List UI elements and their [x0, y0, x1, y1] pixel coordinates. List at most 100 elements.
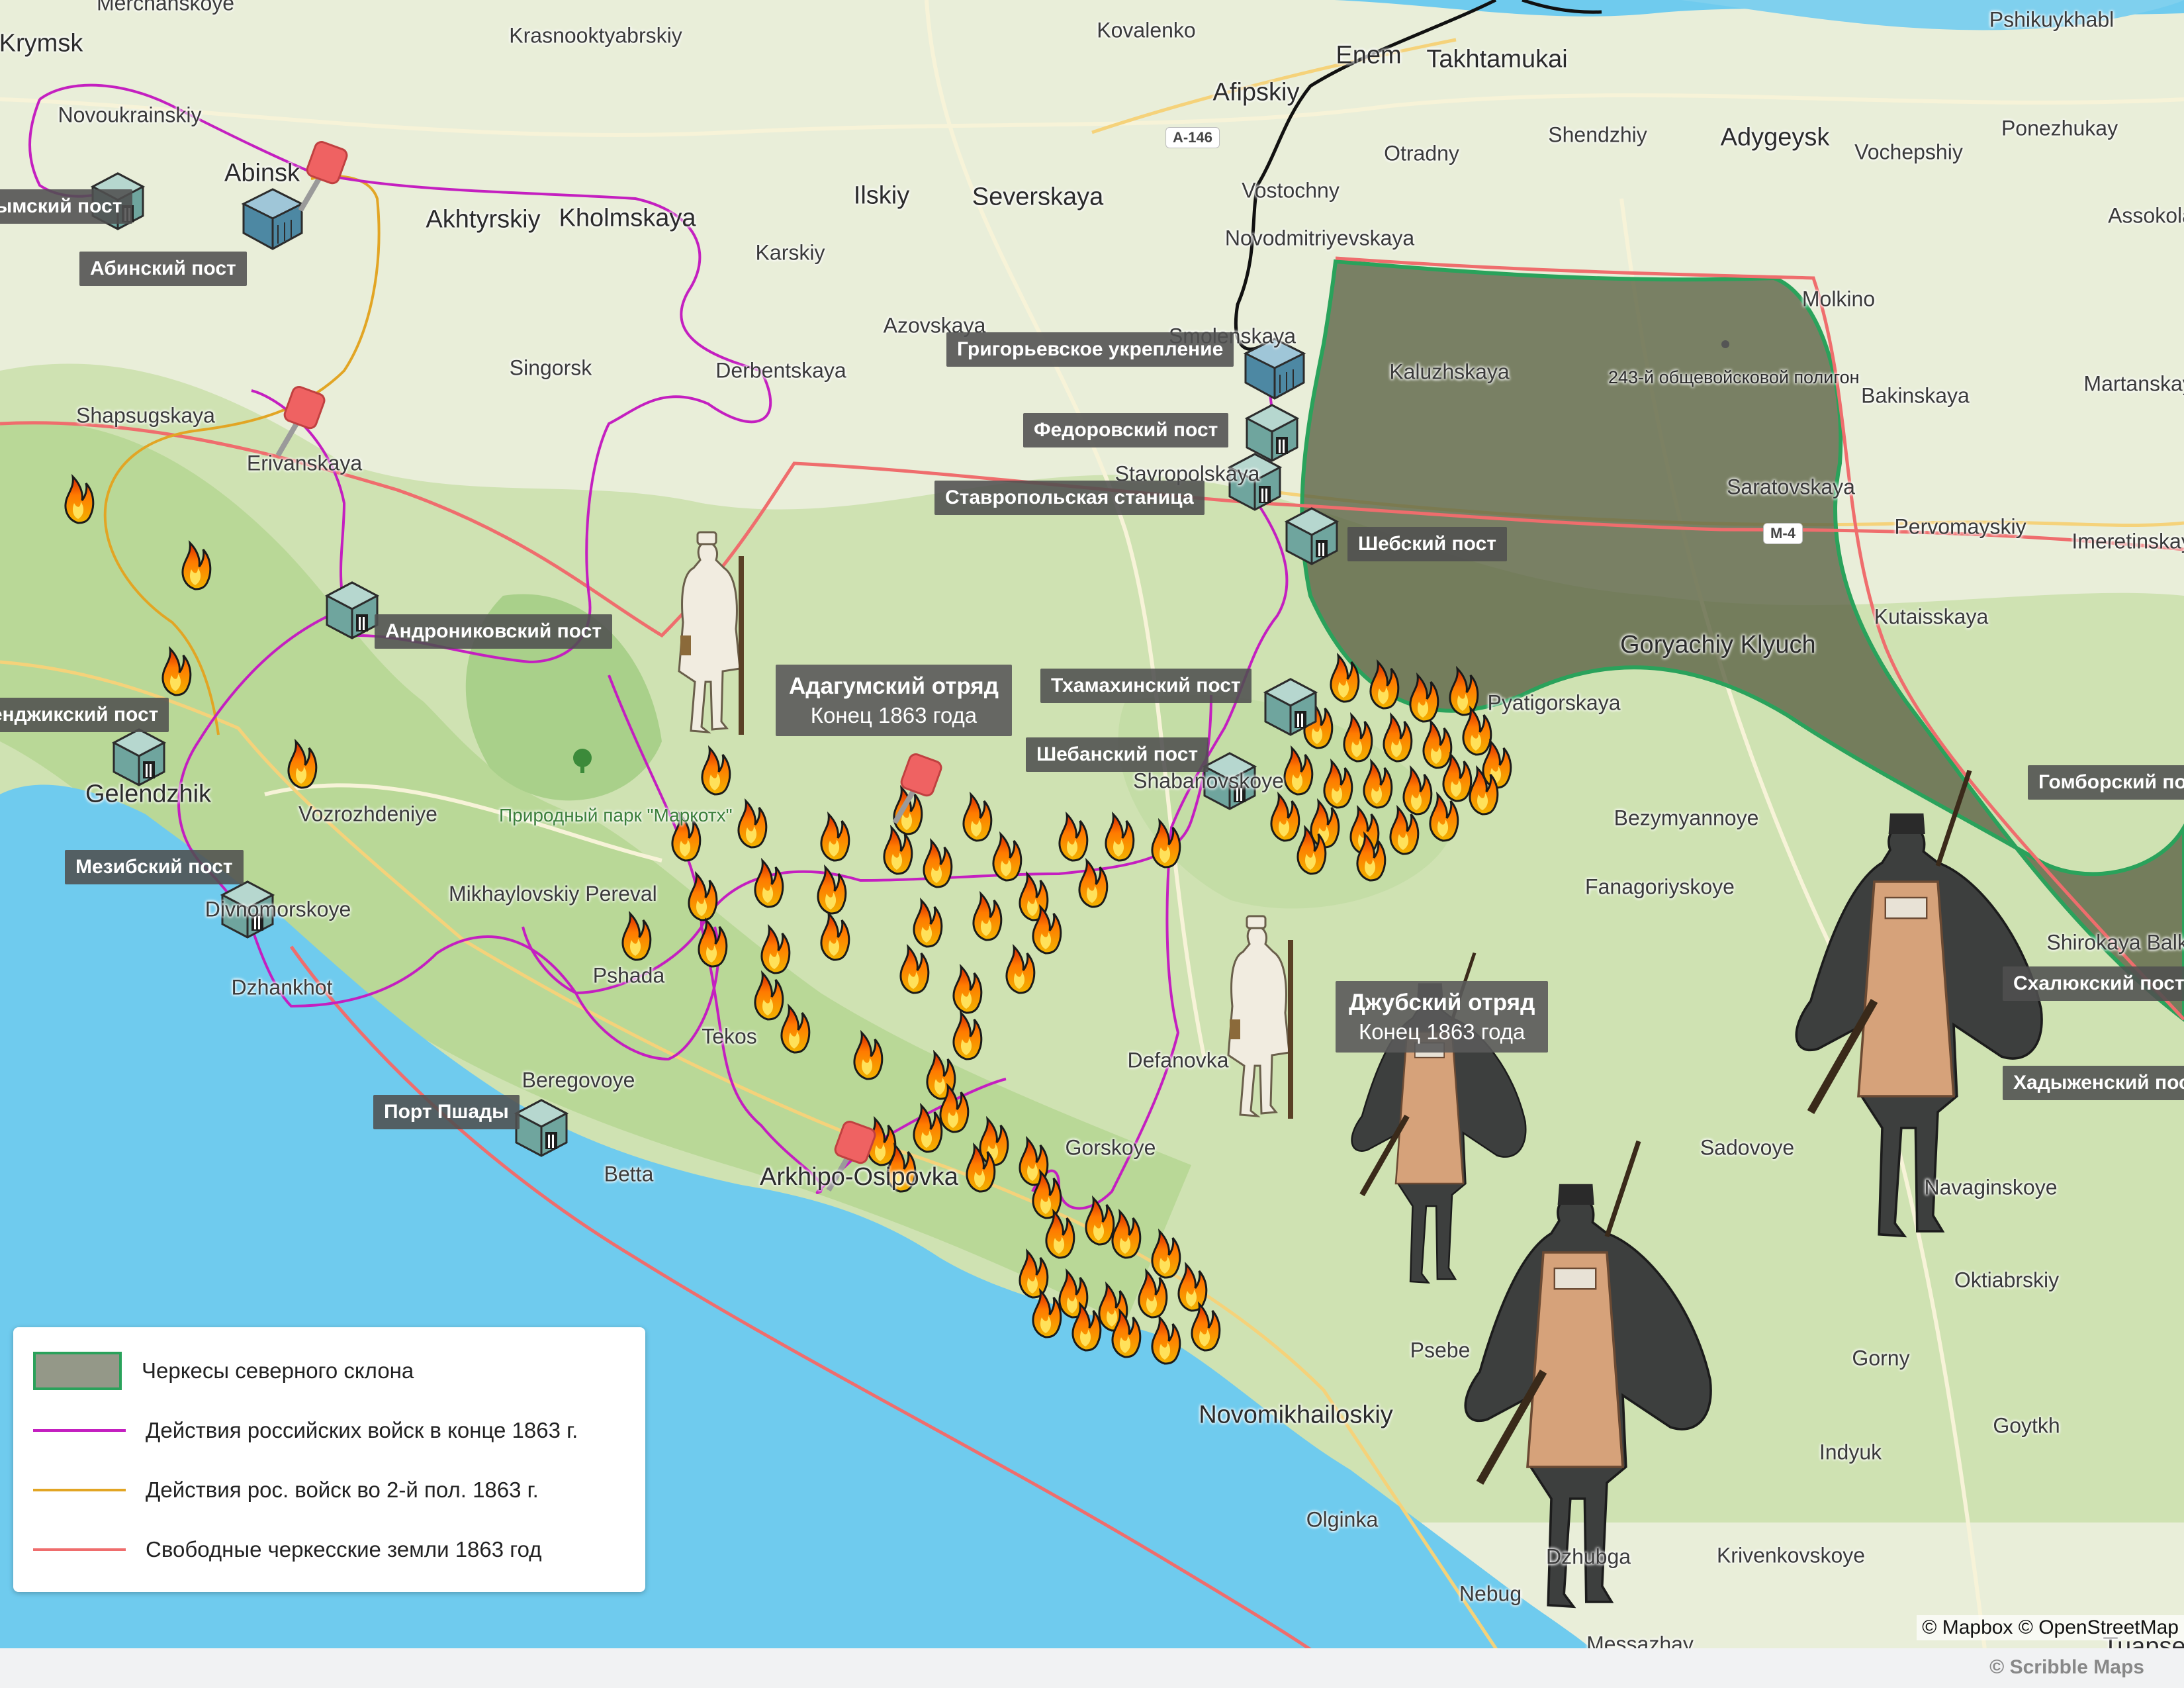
- town-label: Saratovskaya: [1727, 475, 1855, 499]
- post-label-andronikovsky[interactable]: Андрониковский пост: [375, 614, 613, 649]
- town-label: Ilskiy: [853, 181, 910, 210]
- town-label: Severskaya: [972, 183, 1104, 211]
- post-label-mezibsky[interactable]: Мезибский пост: [65, 850, 244, 884]
- town-label: Enem: [1336, 41, 1402, 70]
- post-label-fedorovsky[interactable]: Федоровский пост: [1023, 413, 1229, 447]
- town-label: Vozrozhdeniye: [298, 802, 437, 826]
- legend-swatch-area: [33, 1352, 122, 1390]
- town-label: Otradny: [1384, 141, 1459, 165]
- legend-label: Черкесы северного склона: [142, 1358, 414, 1383]
- road-shield: A-146: [1165, 127, 1220, 148]
- park-label: Природный парк "Маркотх": [499, 805, 733, 825]
- town-label: Gelendzhik: [85, 780, 212, 808]
- town-label: Pyatigorskaya: [1487, 690, 1621, 715]
- town-label: Takhtamukai: [1426, 45, 1568, 73]
- town-label: Molkino: [1801, 287, 1876, 311]
- town-label: Pshikuykhabl: [1989, 7, 2115, 32]
- town-label: Kutaisskaya: [1874, 604, 1989, 629]
- town-label: Pervomayskiy: [1894, 514, 2026, 539]
- legend-item-end-1863: Действия российских войск в конце 1863 г…: [33, 1411, 578, 1450]
- post-label-tkhamakhinsky[interactable]: Тхамахинский пост: [1040, 669, 1251, 703]
- town-label: Ponezhukay: [2001, 116, 2118, 140]
- legend-label: Действия российских войск в конце 1863 г…: [146, 1418, 578, 1442]
- town-label: Krasnooktyabrskiy: [509, 23, 682, 48]
- town-label: Defanovka: [1127, 1048, 1229, 1072]
- town-label: Novodmitriyevskaya: [1224, 226, 1415, 250]
- town-label: Shabanovskoye: [1133, 769, 1284, 793]
- road-shield: M-4: [1763, 523, 1803, 544]
- post-label-abinsky[interactable]: Абинский пост: [79, 252, 247, 286]
- legend-swatch-magenta: [33, 1429, 126, 1432]
- legend-item-northern-area: Черкесы северного склона: [33, 1351, 414, 1391]
- post-label-skhalyuksky[interactable]: Схалюкский пост: [2003, 966, 2184, 1001]
- town-label: Singorsk: [509, 355, 592, 380]
- town-label: Afipskiy: [1212, 78, 1300, 107]
- legend-swatch-red: [33, 1548, 126, 1551]
- town-label: Assokolay: [2108, 203, 2184, 228]
- town-label: Merchanskoye: [96, 0, 235, 15]
- legend-swatch-orange: [33, 1489, 126, 1491]
- legend-label: Действия рос. войск во 2-й пол. 1863 г.: [146, 1477, 539, 1502]
- detachment-dzhubga[interactable]: Джубский отряд Конец 1863 года: [1336, 981, 1549, 1053]
- detachment-title: Джубский отряд: [1349, 990, 1535, 1015]
- post-label-gomborsky[interactable]: Гомборский пост: [2028, 765, 2184, 800]
- town-label: Akhtyrskiy: [426, 205, 541, 234]
- post-label-port-pshady[interactable]: Порт Пшады: [373, 1095, 520, 1129]
- town-label: Krymsk: [0, 29, 83, 58]
- town-label: Dzhubga: [1545, 1544, 1631, 1569]
- town-label: Karskiy: [755, 240, 825, 265]
- town-label: Kovalenko: [1097, 18, 1196, 42]
- town-label: Oktiabrskiy: [1954, 1268, 2060, 1292]
- town-label: Navaginskoye: [1924, 1175, 2058, 1199]
- town-label: Gorskoye: [1065, 1135, 1156, 1160]
- post-label-khadyzhensky[interactable]: Хадыженский пост: [2003, 1066, 2184, 1100]
- town-label: Nebug: [1459, 1581, 1522, 1606]
- town-label: Erivanskaya: [246, 451, 363, 475]
- town-label: Abinsk: [224, 159, 300, 187]
- detachment-date: Конец 1863 года: [1358, 1019, 1525, 1044]
- post-label-shebsky[interactable]: Шебский пост: [1347, 527, 1507, 561]
- town-label: Bakinskaya: [1861, 383, 1970, 408]
- town-label: Indyuk: [1819, 1440, 1882, 1464]
- town-label: Goytkh: [1993, 1413, 2060, 1438]
- town-label: Divnomorskoye: [205, 897, 351, 921]
- footer-brand[interactable]: © Scribble Maps: [1989, 1656, 2144, 1679]
- town-label: Martanskaya: [2083, 371, 2184, 396]
- footer-bar: © Scribble Maps: [0, 1648, 2184, 1688]
- town-label: Fanagoriyskoye: [1585, 874, 1735, 899]
- town-label: Shendzhiy: [1548, 122, 1647, 147]
- post-label-krymsky[interactable]: Крымский пост: [0, 189, 133, 224]
- town-label: Dzhankhot: [231, 975, 333, 1000]
- town-label: Vochepshiy: [1854, 140, 1963, 164]
- poligon-dot: [1721, 340, 1729, 348]
- town-label: Adygeysk: [1720, 123, 1830, 152]
- legend-item-free-lands: Свободные черкесские земли 1863 год: [33, 1530, 541, 1570]
- post-label-gelendzhik[interactable]: Геленджикский пост: [0, 698, 169, 732]
- town-label: Derbentskaya: [715, 358, 846, 383]
- poligon-label: 243-й общевойсковой полигон: [1608, 367, 1860, 387]
- town-label: Olginka: [1306, 1507, 1379, 1532]
- detachment-adagum[interactable]: Адагумский отряд Конец 1863 года: [776, 665, 1012, 736]
- legend-label: Свободные черкесские земли 1863 год: [146, 1537, 542, 1562]
- town-label: Betta: [604, 1162, 654, 1186]
- post-label-grigorievskoe[interactable]: Григорьевское укрепление: [946, 332, 1234, 367]
- detachment-date: Конец 1863 года: [810, 703, 978, 727]
- town-label: Imeretinskaya: [2071, 529, 2184, 553]
- town-label: Beregovoye: [522, 1068, 635, 1092]
- detachment-title: Адагумский отряд: [789, 673, 999, 699]
- town-label: Tekos: [702, 1024, 757, 1049]
- town-label: Psebe: [1410, 1338, 1471, 1362]
- post-label-shebansky[interactable]: Шебанский пост: [1026, 737, 1209, 772]
- town-label: Mikhaylovskiy Pereval: [449, 882, 657, 906]
- town-label: Novoukrainskiy: [58, 103, 202, 127]
- legend-item-2nd-half-1863: Действия рос. войск во 2-й пол. 1863 г.: [33, 1470, 539, 1510]
- town-label: Sadovoye: [1700, 1135, 1795, 1160]
- town-label: Vostochny: [1242, 178, 1340, 203]
- town-label: Arkhipo-Osipovka: [760, 1163, 958, 1191]
- town-label: Shirokaya Balka: [2046, 930, 2184, 955]
- post-label-stavropolskaya[interactable]: Ставропольская станица: [934, 481, 1205, 515]
- town-label: Goryachiy Klyuch: [1620, 631, 1816, 659]
- town-label: Kholmskaya: [559, 204, 696, 232]
- map-attribution[interactable]: © Mapbox © OpenStreetMap: [1917, 1615, 2184, 1640]
- town-label: Pshada: [592, 963, 665, 988]
